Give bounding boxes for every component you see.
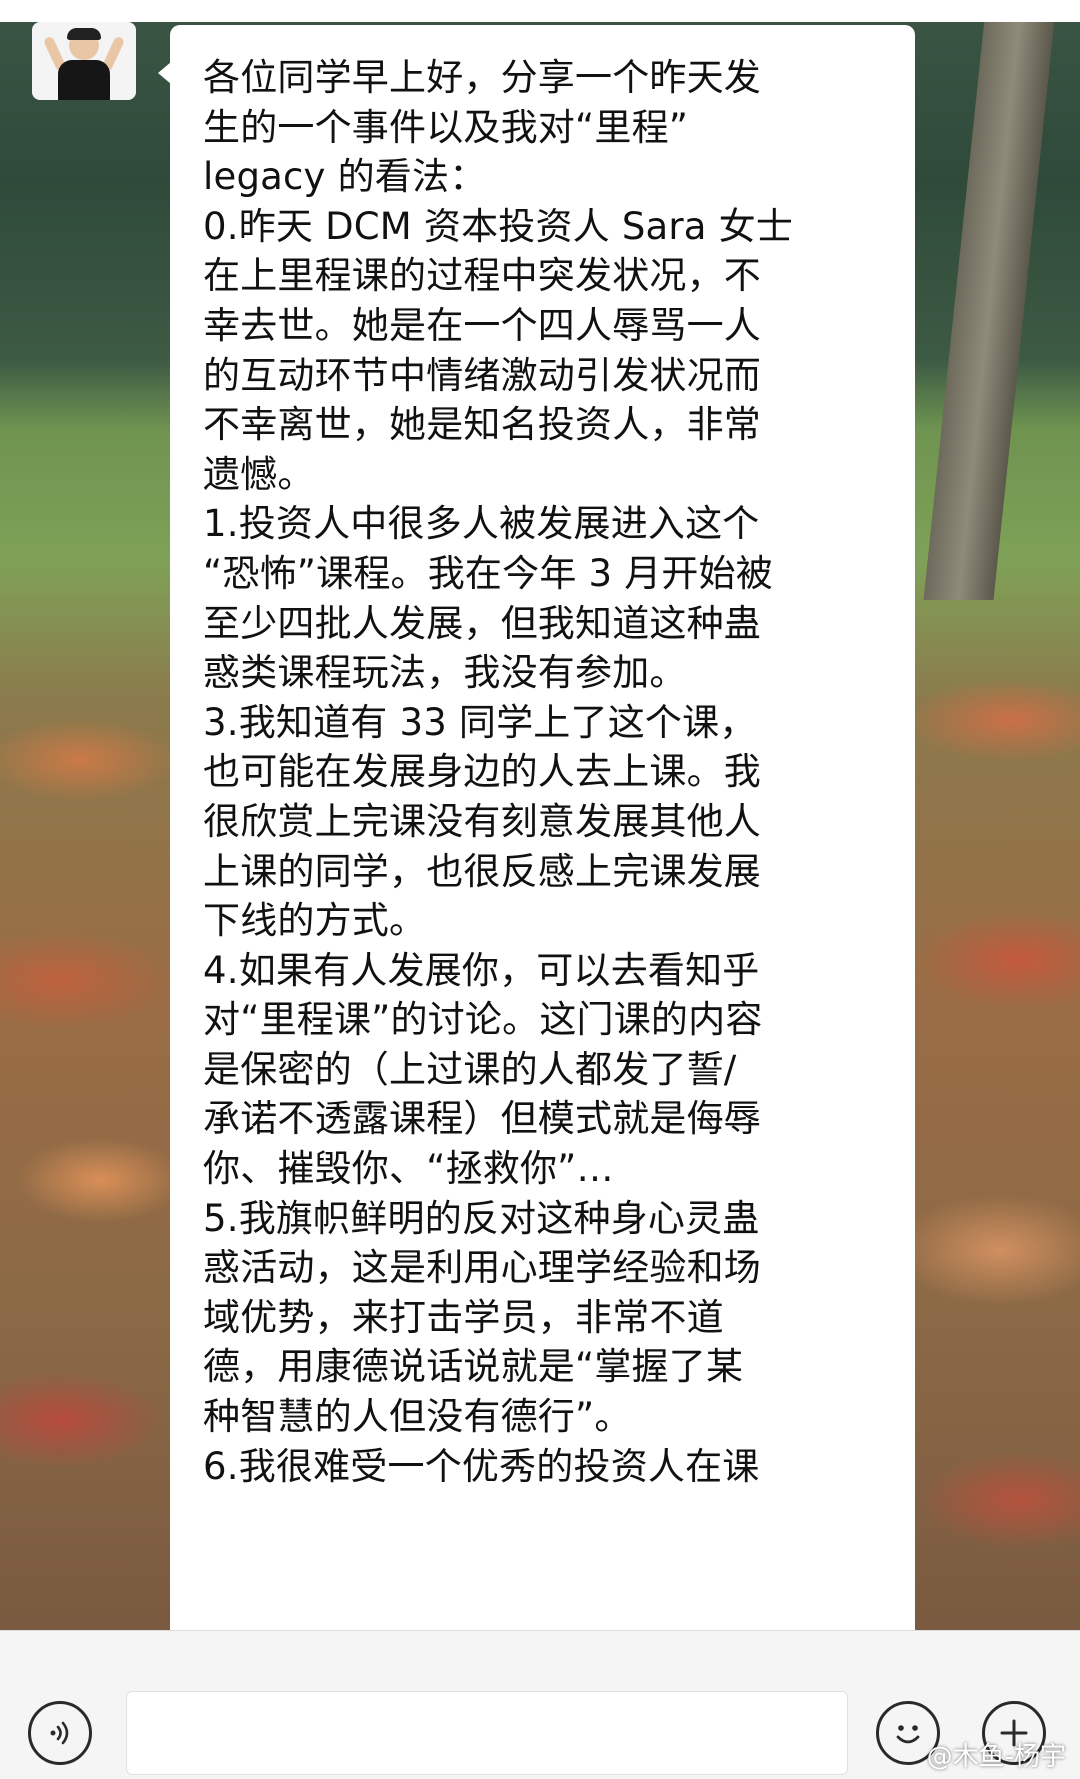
message-line: 对“里程课”的讨论。这门课的内容 xyxy=(203,998,763,1042)
message-line: 不幸离世，她是知名投资人，非常 xyxy=(203,403,761,447)
message-line: 各位同学早上好，分享一个昨天发 xyxy=(203,56,761,99)
chat-input-bar: @木鱼-杨宇 xyxy=(0,1630,1080,1779)
message-line: 至少四批人发展，但我知道这种蛊 xyxy=(203,601,761,645)
message-line: 很欣赏上完课没有刻意发展其他人 xyxy=(203,799,761,843)
message-line: 下线的方式。 xyxy=(203,899,427,943)
message-line: 域优势，来打击学员，非常不道 xyxy=(203,1295,724,1339)
message-line: 惑类课程玩法，我没有参加。 xyxy=(203,651,687,695)
message-line: 种智慧的人但没有德行”。 xyxy=(203,1395,632,1439)
message-line: 1.投资人中很多人被发展进入这个 xyxy=(203,502,760,546)
message-line: 你、摧毁你、“拯救你”… xyxy=(203,1147,614,1191)
message-input[interactable] xyxy=(126,1691,848,1775)
message-line: 3.我知道有 33 同学上了这个课， xyxy=(203,700,757,744)
sender-avatar[interactable] xyxy=(32,22,136,100)
message-line: 在上里程课的过程中突发状况，不 xyxy=(203,254,761,298)
message-line: 的互动环节中情绪激动引发状况而 xyxy=(203,353,761,397)
message-line: 生的一个事件以及我对“里程” xyxy=(203,105,689,149)
message-line: 德，用康德说话说就是“掌握了某 xyxy=(203,1345,744,1389)
message-line: 遗憾。 xyxy=(203,452,315,496)
message-line: 惑活动，这是利用心理学经验和场 xyxy=(203,1246,761,1290)
message-line: 0.昨天 DCM 资本投资人 Sara 女士 xyxy=(203,204,794,248)
message-line: 也可能在发展身边的人去上课。我 xyxy=(203,750,761,794)
message-line: 6.我很难受一个优秀的投资人在课 xyxy=(203,1444,760,1488)
wallpaper-tree-trunk xyxy=(923,0,1057,600)
message-line: “恐怖”课程。我在今年 3 月开始被 xyxy=(203,551,773,595)
message-text: 各位同学早上好，分享一个昨天发 生的一个事件以及我对“里程” legacy 的看法：… xyxy=(203,53,895,1491)
watermark: @木鱼-杨宇 xyxy=(926,1742,1066,1772)
top-strip xyxy=(0,0,1080,22)
message-line: 4.如果有人发展你，可以去看知乎 xyxy=(203,948,760,992)
message-line: 承诺不透露课程）但模式就是侮辱 xyxy=(203,1097,761,1141)
message-line: 5.我旗帜鲜明的反对这种身心灵蛊 xyxy=(203,1196,760,1240)
message-bubble[interactable]: 各位同学早上好，分享一个昨天发 生的一个事件以及我对“里程” legacy 的看法：… xyxy=(170,25,915,1630)
message-line: legacy 的看法： xyxy=(203,155,487,199)
voice-icon[interactable] xyxy=(28,1701,92,1765)
message-line: 幸去世。她是在一个四人辱骂一人 xyxy=(203,303,761,347)
message-line: 是保密的（上过课的人都发了誓/ xyxy=(203,1047,737,1091)
message-line: 上课的同学，也很反感上完课发展 xyxy=(203,849,761,893)
